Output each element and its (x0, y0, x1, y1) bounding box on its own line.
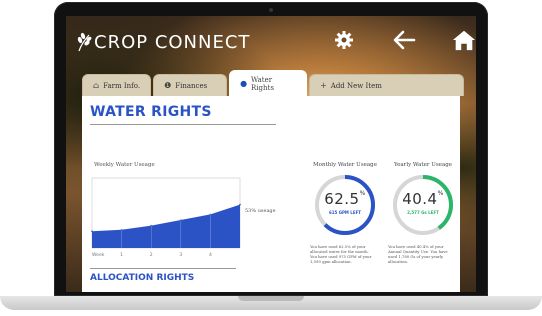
app-title: CROP CONNECT (94, 31, 251, 53)
usage-percent-label: 53% useage (245, 208, 276, 214)
wheat-icon (77, 32, 92, 52)
water-drop-icon: ● (240, 79, 248, 88)
yearly-gauge-block: Yearly Water Useage 40.4% 2,577 Gs LEFT … (388, 162, 458, 264)
tab-add-new-item[interactable]: + Add New Item (309, 74, 465, 96)
x-tick-label: 4 (209, 252, 212, 258)
page-title: WATER RIGHTS (90, 104, 212, 120)
back-arrow-icon (393, 30, 416, 50)
yearly-gauge-sub: 2,577 Gs LEFT (407, 210, 439, 215)
usage-area (92, 204, 240, 248)
home-icon (452, 30, 476, 51)
yearly-note: You have used 40.4% of your Annual Quant… (388, 244, 448, 264)
tab-label: Farm Info. (103, 81, 141, 90)
barn-icon: ⌂ (93, 81, 100, 90)
plus-icon: + (320, 81, 327, 90)
app-screen: CROP CONNECT ⌂ Farm Info. ❶ Finances ● W… (66, 16, 476, 292)
monthly-note: You have used 62.5% of your allocated wa… (310, 244, 372, 264)
stage: CROP CONNECT ⌂ Farm Info. ❶ Finances ● W… (0, 0, 542, 316)
tab-label: Add New Item (330, 81, 382, 90)
yearly-gauge-title: Yearly Water Useage (394, 162, 452, 168)
camera (269, 8, 273, 12)
settings-button[interactable] (332, 28, 356, 52)
dollar-icon: ❶ (164, 81, 172, 90)
data-point (91, 230, 93, 232)
content-panel: WATER RIGHTS Weekly Water Useage Week 1 2 3… (82, 96, 460, 292)
monthly-gauge-block: Monthly Water Useage 62.5% 615 GPM LEFT … (310, 162, 380, 264)
monthly-gauge: 62.5% 615 GPM LEFT (312, 172, 378, 238)
x-tick-label: 3 (179, 252, 182, 258)
yearly-gauge-value: 40.4% (402, 190, 444, 208)
tab-water-rights[interactable]: ● Water Rights (229, 70, 308, 96)
monthly-gauge-sub: 615 GPM LEFT (328, 210, 362, 215)
weekly-usage-chart: Week 1 2 3 4 (91, 177, 241, 258)
x-axis-label: Week (92, 252, 105, 258)
weekly-chart-label: Weekly Water Useage (94, 162, 155, 168)
monthly-gauge-title: Monthly Water Useage (313, 162, 377, 168)
monthly-gauge-value: 62.5% (324, 190, 366, 208)
gear-icon (335, 31, 353, 49)
divider (90, 124, 276, 125)
laptop-notch (238, 296, 304, 301)
data-point (239, 203, 241, 206)
app-logo[interactable]: CROP CONNECT (76, 31, 250, 53)
top-icons (296, 28, 476, 52)
home-button[interactable] (452, 28, 476, 52)
yearly-gauge: 40.4% 2,577 Gs LEFT (390, 172, 456, 238)
tab-bar: ⌂ Farm Info. ❶ Finances ● Water Rights +… (82, 70, 466, 96)
divider (90, 268, 236, 269)
tab-farm-info[interactable]: ⌂ Farm Info. (82, 74, 152, 96)
tab-label: Finances (175, 81, 208, 90)
laptop-lid: CROP CONNECT ⌂ Farm Info. ❶ Finances ● W… (54, 2, 488, 296)
top-bar: CROP CONNECT (66, 16, 476, 68)
back-button[interactable] (392, 28, 416, 52)
x-tick-label: 2 (150, 252, 153, 258)
tab-label: Water Rights (251, 75, 274, 92)
tab-finances[interactable]: ❶ Finances (153, 74, 228, 96)
allocation-rights-heading: ALLOCATION RIGHTS (90, 273, 195, 283)
x-tick-label: 1 (120, 252, 123, 258)
